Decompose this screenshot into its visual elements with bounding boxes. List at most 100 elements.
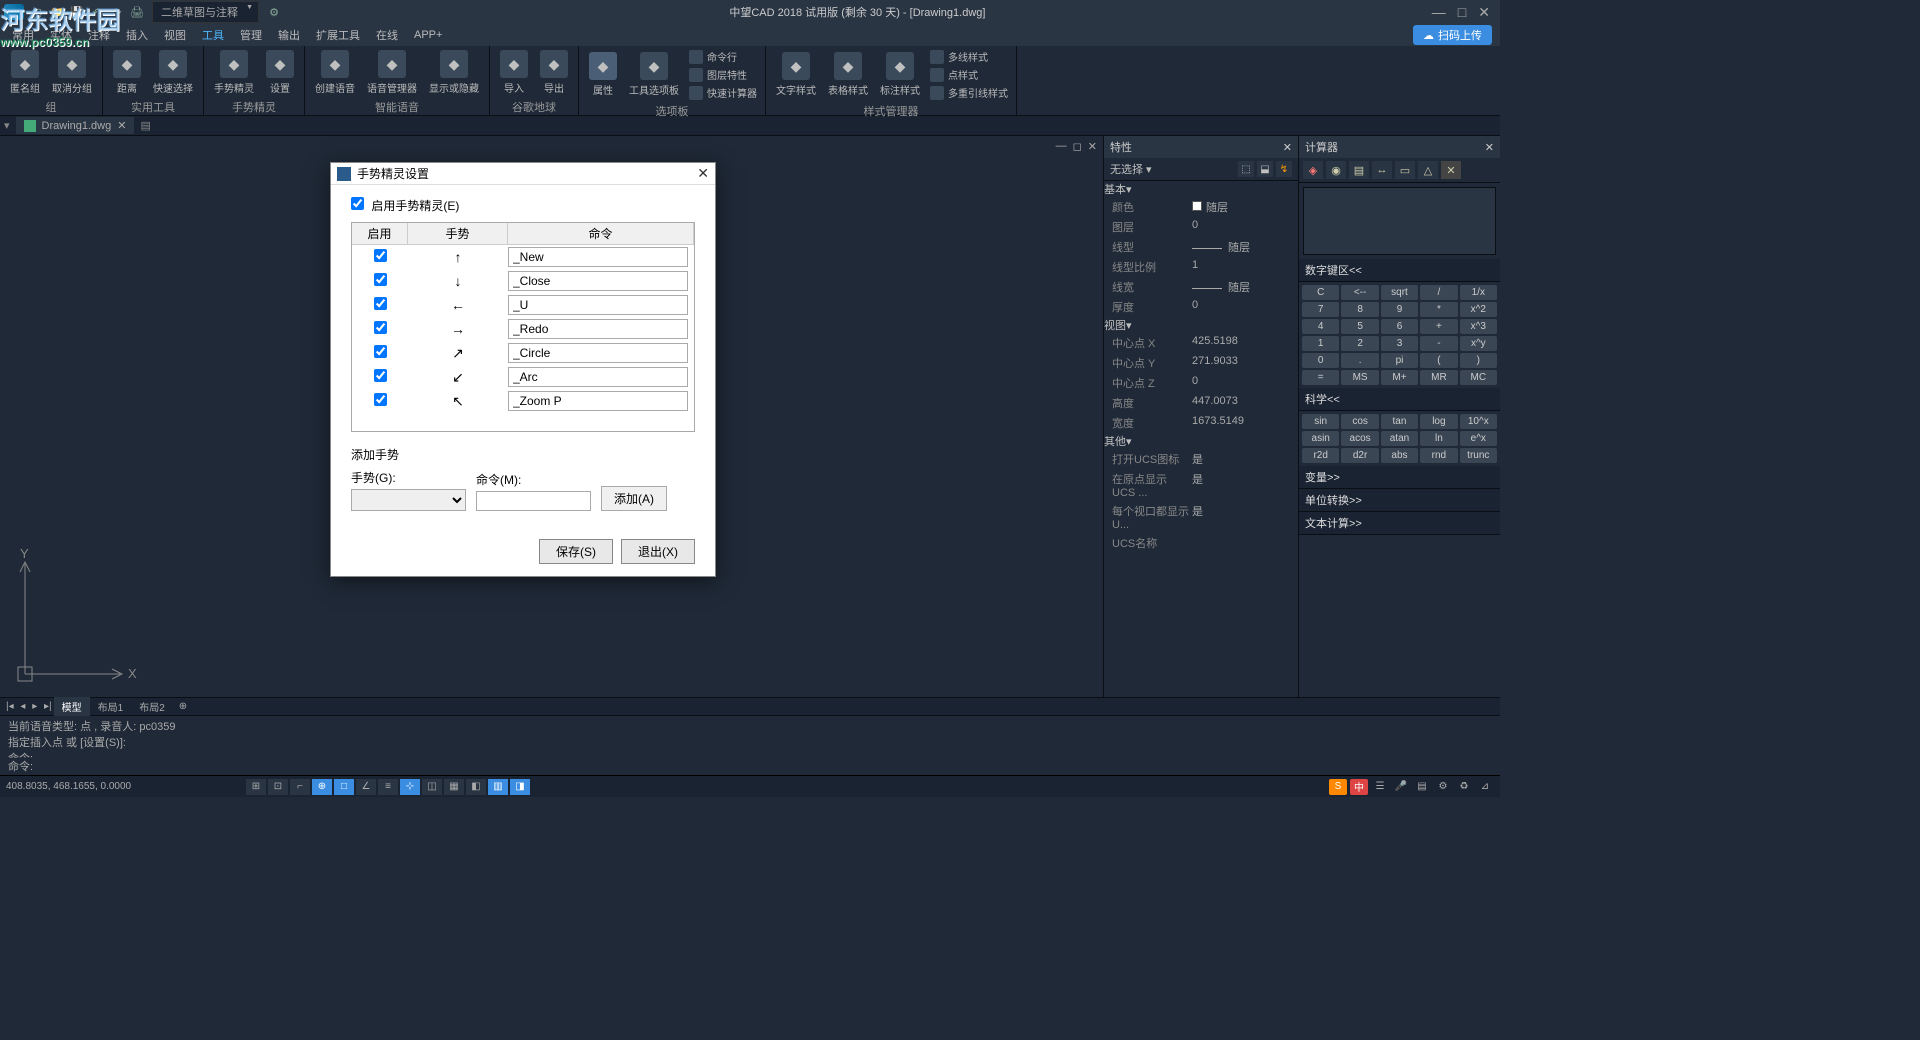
- polar-icon[interactable]: ⊕: [312, 779, 332, 795]
- table-body[interactable]: ↑↓←→↗↙↖: [352, 245, 694, 431]
- calc-display[interactable]: [1303, 187, 1496, 255]
- calc-key-1/x[interactable]: 1/x: [1460, 285, 1497, 300]
- calc-key-MC[interactable]: MC: [1460, 370, 1497, 385]
- calc-key-x^2[interactable]: x^2: [1460, 302, 1497, 317]
- calc-key-tan[interactable]: tan: [1381, 414, 1418, 429]
- command-input[interactable]: [476, 491, 591, 511]
- row-enable-checkbox[interactable]: [374, 321, 387, 334]
- snap-grid-icon[interactable]: ⊞: [246, 779, 266, 795]
- prop-row[interactable]: 打开UCS图标是: [1104, 449, 1298, 469]
- add-button[interactable]: 添加(A): [601, 486, 667, 511]
- ribbon-btn-距离[interactable]: ◆距离: [109, 48, 145, 97]
- numpad-section-header[interactable]: 数字键区<<: [1299, 259, 1500, 282]
- calc-key-1[interactable]: 1: [1302, 336, 1339, 351]
- ribbon-btn-创建语音[interactable]: ◆创建语音: [311, 48, 359, 97]
- calc-key-10^x[interactable]: 10^x: [1460, 414, 1497, 429]
- lineweight-icon[interactable]: ≡: [378, 779, 398, 795]
- prop-section-view[interactable]: 视图▾: [1104, 317, 1298, 333]
- calc-key-0[interactable]: 0: [1302, 353, 1339, 368]
- calc-clear-icon[interactable]: ◈: [1303, 161, 1323, 179]
- calc-key-3[interactable]: 3: [1381, 336, 1418, 351]
- dyn-icon[interactable]: ▥: [488, 779, 508, 795]
- prop-row[interactable]: 中心点 Y271.9033: [1104, 353, 1298, 373]
- gesture-command-input[interactable]: [508, 343, 688, 363]
- status-tool-13[interactable]: ◨: [510, 779, 530, 795]
- ribbon-small-点样式[interactable]: 点样式: [928, 66, 1010, 83]
- mdi-minimize[interactable]: —: [1056, 140, 1067, 153]
- osnap-icon[interactable]: □: [334, 779, 354, 795]
- prop-row[interactable]: UCS名称: [1104, 533, 1298, 553]
- gesture-command-input[interactable]: [508, 319, 688, 339]
- prop-section-basic[interactable]: 基本▾: [1104, 181, 1298, 197]
- calc-key-MR[interactable]: MR: [1420, 370, 1457, 385]
- col-gesture[interactable]: 手势: [408, 223, 508, 244]
- calc-key-.[interactable]: .: [1341, 353, 1378, 368]
- calc-key-*[interactable]: *: [1420, 302, 1457, 317]
- ribbon-btn-语音管理器[interactable]: ◆语音管理器: [363, 48, 421, 97]
- menu-APP+[interactable]: APP+: [406, 26, 450, 44]
- ime-s-icon[interactable]: S: [1329, 779, 1347, 795]
- col-command[interactable]: 命令: [508, 223, 694, 244]
- exit-button[interactable]: 退出(X): [621, 539, 695, 564]
- prop-row[interactable]: 线型比例1: [1104, 257, 1298, 277]
- qat-redo-icon[interactable]: ↷: [108, 3, 126, 21]
- ime-zh-icon[interactable]: 中: [1350, 779, 1368, 795]
- calc-key-6[interactable]: 6: [1381, 319, 1418, 334]
- calc-key-acos[interactable]: acos: [1341, 431, 1378, 446]
- menu-扩展工具[interactable]: 扩展工具: [308, 24, 368, 46]
- properties-panel-header[interactable]: 特性 ✕: [1104, 136, 1298, 158]
- save-button[interactable]: 保存(S): [539, 539, 613, 564]
- calc-key--[interactable]: -: [1420, 336, 1457, 351]
- upload-button[interactable]: ☁ 扫码上传: [1413, 25, 1492, 45]
- prop-row[interactable]: 中心点 X425.5198: [1104, 333, 1298, 353]
- calc-tool4-icon[interactable]: ↔: [1372, 161, 1392, 179]
- ribbon-btn-匿名组[interactable]: ◆匿名组: [6, 48, 44, 97]
- calc-tool7-icon[interactable]: ✕: [1441, 161, 1461, 179]
- sci-section-header[interactable]: 科学<<: [1299, 388, 1500, 411]
- menu-常用[interactable]: 常用: [4, 24, 42, 46]
- ribbon-btn-导入[interactable]: ◆导入: [496, 48, 532, 97]
- cycle-icon[interactable]: ◫: [422, 779, 442, 795]
- status-r4[interactable]: ⚙: [1434, 779, 1452, 795]
- calc-key-x^y[interactable]: x^y: [1460, 336, 1497, 351]
- prop-row[interactable]: 颜色随层: [1104, 197, 1298, 217]
- unit-section-header[interactable]: 单位转换>>: [1299, 489, 1500, 512]
- panel-close-icon[interactable]: ✕: [1283, 141, 1292, 154]
- layout-tab-布局1[interactable]: 布局1: [90, 697, 132, 716]
- mdi-close[interactable]: ✕: [1088, 140, 1097, 153]
- calc-key-rnd[interactable]: rnd: [1420, 448, 1457, 463]
- calc-key-e^x[interactable]: e^x: [1460, 431, 1497, 446]
- ribbon-btn-导出[interactable]: ◆导出: [536, 48, 572, 97]
- calc-key-5[interactable]: 5: [1341, 319, 1378, 334]
- qat-save-icon[interactable]: 💾: [68, 3, 86, 21]
- layout-next-icon[interactable]: ▸: [30, 701, 39, 712]
- ribbon-btn-显示或隐藏[interactable]: ◆显示或隐藏: [425, 48, 483, 97]
- qat-print-icon[interactable]: 🖨: [128, 3, 146, 21]
- selection-dropdown[interactable]: 无选择 ▾: [1110, 161, 1238, 177]
- calc-key-trunc[interactable]: trunc: [1460, 448, 1497, 463]
- dialog-close-icon[interactable]: ✕: [697, 165, 709, 182]
- ribbon-btn-工具选项板[interactable]: ◆工具选项板: [625, 50, 683, 99]
- calc-key-M+[interactable]: M+: [1381, 370, 1418, 385]
- gesture-command-input[interactable]: [508, 271, 688, 291]
- status-r2[interactable]: 🎤: [1392, 779, 1410, 795]
- qat-open-icon[interactable]: 📁: [48, 3, 66, 21]
- calc-key-asin[interactable]: asin: [1302, 431, 1339, 446]
- dyn-input-icon[interactable]: ⊹: [400, 779, 420, 795]
- menu-工具[interactable]: 工具: [194, 24, 232, 46]
- mdi-restore[interactable]: ◻: [1073, 140, 1082, 153]
- prop-tool-2-icon[interactable]: ⬓: [1257, 161, 1273, 177]
- ribbon-btn-手势精灵[interactable]: ◆手势精灵: [210, 48, 258, 97]
- status-r1[interactable]: ☰: [1371, 779, 1389, 795]
- gesture-command-input[interactable]: [508, 367, 688, 387]
- calc-key-)[interactable]: ): [1460, 353, 1497, 368]
- col-enable[interactable]: 启用: [352, 223, 408, 244]
- layout-first-icon[interactable]: |◂: [4, 701, 16, 712]
- calc-tool6-icon[interactable]: △: [1418, 161, 1438, 179]
- minimize-button[interactable]: —: [1432, 4, 1446, 21]
- row-enable-checkbox[interactable]: [374, 369, 387, 382]
- snap-icon[interactable]: ⊡: [268, 779, 288, 795]
- layout-add-icon[interactable]: ⊕: [179, 701, 187, 712]
- calc-key-d2r[interactable]: d2r: [1341, 448, 1378, 463]
- close-tab-icon[interactable]: ✕: [117, 119, 126, 132]
